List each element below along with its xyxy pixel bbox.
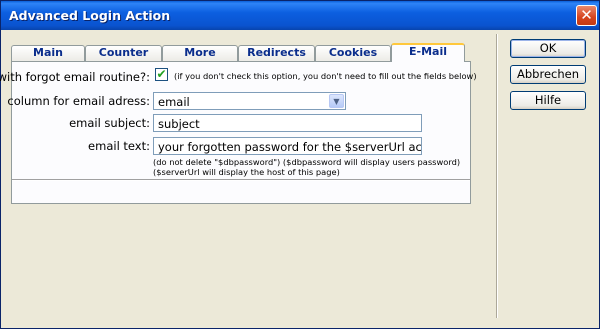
dialog-body: Main Counter More Redirects Cookies E-Ma… [0,30,599,328]
email-subject-input[interactable]: subject [153,114,422,132]
ok-button[interactable]: OK [510,39,586,58]
email-text-note-2: ($serverUrl will display the host of thi… [153,167,340,177]
tab-email[interactable]: E-Mail [391,43,465,62]
forgot-email-label: with forgot email routine?: [0,70,150,84]
tab-redirects[interactable]: Redirects [238,45,315,61]
email-text-input[interactable]: your forgotten password for the $serverU… [153,137,422,155]
title-bar[interactable]: Advanced Login Action ✕ [1,1,599,30]
dialog-window: Advanced Login Action ✕ Main Counter Mor… [0,0,600,329]
email-tab-panel: with forgot email routine?: ✔ (if you do… [0,61,477,204]
email-column-select[interactable]: email ▼ [153,92,346,110]
email-subject-value: subject [158,117,200,131]
close-button[interactable]: ✕ [576,5,597,26]
forgot-email-hint: (if you don't check this option, you don… [174,71,477,81]
forgot-email-checkbox[interactable]: ✔ [155,68,168,81]
email-column-label: column for email adress: [7,94,150,108]
vertical-separator [496,34,498,318]
email-text-note-1: (do not delete "$dbpassword") ($dbpasswo… [153,157,461,167]
help-button[interactable]: Hilfe [510,91,586,110]
email-column-value: email [158,95,190,109]
panel-divider [12,179,470,181]
chevron-down-icon[interactable]: ▼ [329,94,344,108]
close-icon: ✕ [580,6,593,24]
checkmark-icon: ✔ [156,67,167,81]
tab-main[interactable]: Main [11,45,85,61]
email-text-value: your forgotten password for the $serverU… [158,140,422,154]
cancel-button[interactable]: Abbrechen [510,65,586,84]
tab-counter[interactable]: Counter [85,45,162,61]
window-title: Advanced Login Action [9,8,171,23]
tab-more[interactable]: More [162,45,238,61]
tab-cookies[interactable]: Cookies [315,45,391,61]
email-text-label: email text: [88,139,150,153]
email-subject-label: email subject: [69,116,150,130]
